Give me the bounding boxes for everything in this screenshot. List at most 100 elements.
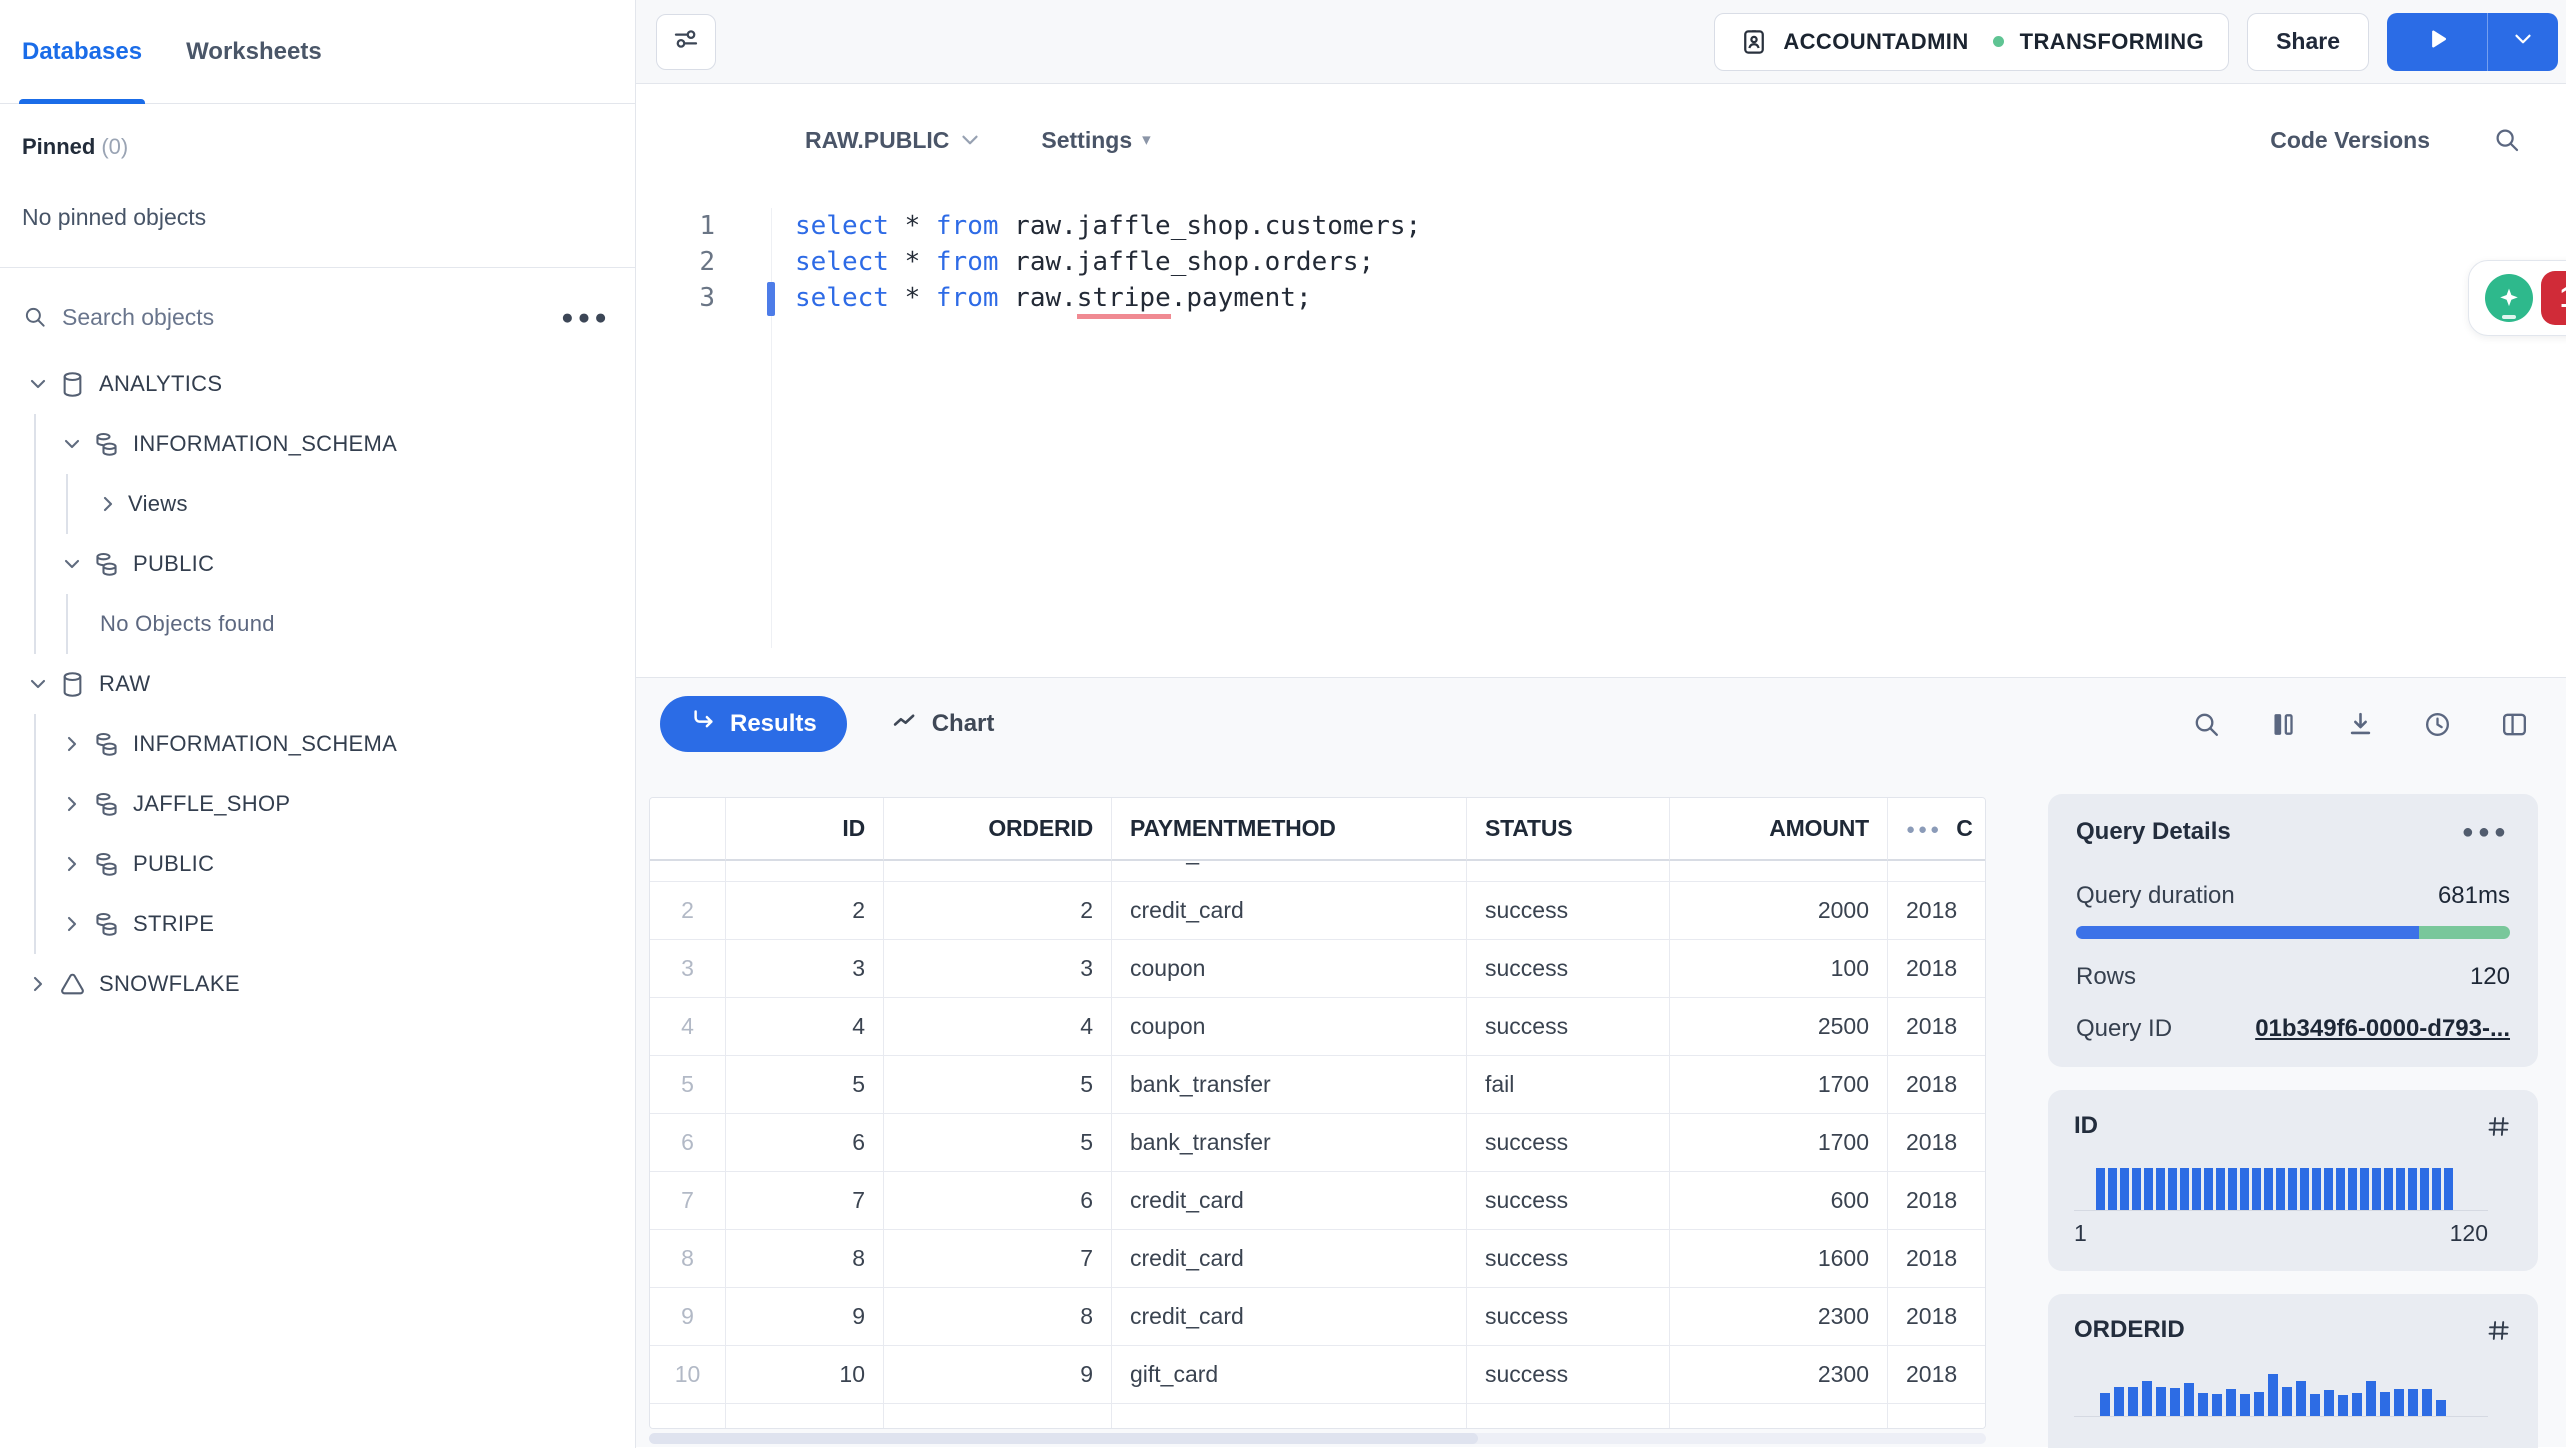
code-versions-link[interactable]: Code Versions [2270,127,2430,154]
table-cell[interactable]: 2018 [1888,861,1985,882]
row-number-cell[interactable]: 7 [650,1172,726,1230]
query-details-menu-icon[interactable]: ●●● [2462,822,2510,842]
table-cell[interactable]: 2018 [1888,1172,1985,1230]
chevron-right-icon[interactable] [60,792,84,816]
column-header-status[interactable]: STATUS [1467,798,1670,861]
column-menu-icon[interactable]: ●●● [1906,821,1942,838]
table-cell[interactable]: 2300 [1670,1288,1888,1346]
tree-item-jaffle-shop[interactable]: JAFFLE_SHOP [0,774,635,834]
row-number-cell[interactable]: 1 [650,861,726,882]
table-cell[interactable]: credit_card [1112,1288,1467,1346]
table-cell[interactable]: 2000 [1670,882,1888,940]
table-cell[interactable]: 1 [726,861,884,882]
table-cell[interactable]: 2018 [1888,940,1985,998]
table-cell[interactable]: 2 [884,882,1112,940]
row-number-cell[interactable]: 2 [650,882,726,940]
tab-worksheets[interactable]: Worksheets [186,0,322,104]
column-header-c[interactable]: ●●● C [1888,798,1985,861]
table-cell[interactable]: fail [1467,1056,1670,1114]
row-number-cell[interactable]: 5 [650,1056,726,1114]
table-cell[interactable]: 7 [726,1172,884,1230]
split-panel-icon[interactable] [2499,709,2530,740]
table-cell[interactable]: 5 [884,1056,1112,1114]
chevron-down-icon[interactable] [26,372,50,396]
code-line-2[interactable]: 2 select * from raw.jaffle_shop.orders; [636,244,2566,280]
horizontal-scrollbar[interactable] [649,1433,1986,1444]
row-number-cell[interactable]: 10 [650,1346,726,1404]
chevron-right-icon[interactable] [60,912,84,936]
table-cell[interactable]: 2018 [1888,1114,1985,1172]
row-number-cell[interactable]: 6 [650,1114,726,1172]
table-cell[interactable]: gift_card [1112,1346,1467,1404]
chevron-down-icon[interactable] [60,552,84,576]
table-cell[interactable]: success [1467,1230,1670,1288]
grid-icon[interactable] [2485,1113,2512,1140]
database-context-dropdown[interactable]: RAW.PUBLIC [805,127,983,154]
table-cell[interactable]: bank_transfer [1112,1056,1467,1114]
tree-item-public[interactable]: PUBLIC [0,534,635,594]
tree-item-information-schema[interactable]: INFORMATION_SCHEMA [0,714,635,774]
search-results-icon[interactable] [2191,709,2222,740]
run-button[interactable] [2387,13,2487,71]
tree-item-public[interactable]: PUBLIC [0,834,635,894]
query-id-link[interactable]: 01b349f6-0000-d793-... [2255,1015,2510,1043]
chevron-down-icon[interactable] [26,672,50,696]
table-cell[interactable]: success [1467,1172,1670,1230]
table-cell[interactable]: 2 [726,882,884,940]
column-header-paymentmethod[interactable]: PAYMENTMETHOD [1112,798,1467,861]
table-cell[interactable]: credit_card [1112,1230,1467,1288]
table-cell[interactable]: success [1467,861,1670,882]
tree-item-information-schema[interactable]: INFORMATION_SCHEMA [0,414,635,474]
tree-item-stripe[interactable]: STRIPE [0,894,635,954]
search-objects-input[interactable] [62,303,547,331]
table-cell[interactable]: success [1467,1288,1670,1346]
code-line-3[interactable]: 3 select * from raw.stripe.payment; [636,280,2566,319]
scrollbar-thumb[interactable] [649,1433,1478,1444]
table-cell[interactable]: 6 [726,1114,884,1172]
table-cell[interactable]: credit_card [1112,882,1467,940]
chevron-right-icon[interactable] [96,492,120,516]
code-line-1[interactable]: 1 select * from raw.jaffle_shop.customers… [636,208,2566,244]
table-cell[interactable]: coupon [1112,940,1467,998]
table-cell[interactable]: 1700 [1670,1056,1888,1114]
grid-icon[interactable] [2485,1317,2512,1344]
copilot-suggestion-pill[interactable]: 1 [2468,260,2566,336]
columns-icon[interactable] [2268,709,2299,740]
chevron-right-icon[interactable] [26,972,50,996]
table-cell[interactable]: 2018 [1888,1056,1985,1114]
editor-search-icon[interactable] [2492,125,2522,155]
table-cell[interactable]: 9 [884,1346,1112,1404]
table-cell[interactable]: 9 [726,1288,884,1346]
share-button[interactable]: Share [2247,12,2369,71]
table-cell[interactable]: 8 [726,1230,884,1288]
table-cell[interactable]: 2500 [1670,998,1888,1056]
table-cell[interactable]: 3 [884,940,1112,998]
column-header-orderid[interactable]: ORDERID [884,798,1112,861]
tab-chart[interactable]: Chart [891,707,994,742]
table-cell[interactable]: coupon [1112,998,1467,1056]
row-number-cell[interactable]: 3 [650,940,726,998]
table-cell[interactable]: 8 [884,1288,1112,1346]
table-cell[interactable]: success [1467,1346,1670,1404]
table-cell[interactable]: success [1467,1114,1670,1172]
table-cell[interactable]: 2018 [1888,998,1985,1056]
tab-databases[interactable]: Databases [18,0,146,104]
tree-item-snowflake[interactable]: SNOWFLAKE [0,954,635,1014]
table-cell[interactable]: 10 [726,1346,884,1404]
column-header-id[interactable]: ID [726,798,884,861]
column-header-amount[interactable]: AMOUNT [1670,798,1888,861]
history-clock-icon[interactable] [2422,709,2453,740]
run-options-button[interactable] [2488,13,2558,71]
chevron-right-icon[interactable] [60,852,84,876]
code-area[interactable]: 1 select * from raw.jaffle_shop.customers… [636,208,2566,668]
row-number-cell[interactable]: 8 [650,1230,726,1288]
table-cell[interactable]: 7 [884,1230,1112,1288]
table-cell[interactable]: 6 [884,1172,1112,1230]
chevron-right-icon[interactable] [60,732,84,756]
table-cell[interactable]: 1000 [1670,861,1888,882]
table-cell[interactable]: 2018 [1888,1230,1985,1288]
worksheet-config-button[interactable] [656,13,716,70]
row-number-cell[interactable]: 4 [650,998,726,1056]
table-cell[interactable]: 600 [1670,1172,1888,1230]
more-options-icon[interactable]: ●●● [561,307,611,328]
